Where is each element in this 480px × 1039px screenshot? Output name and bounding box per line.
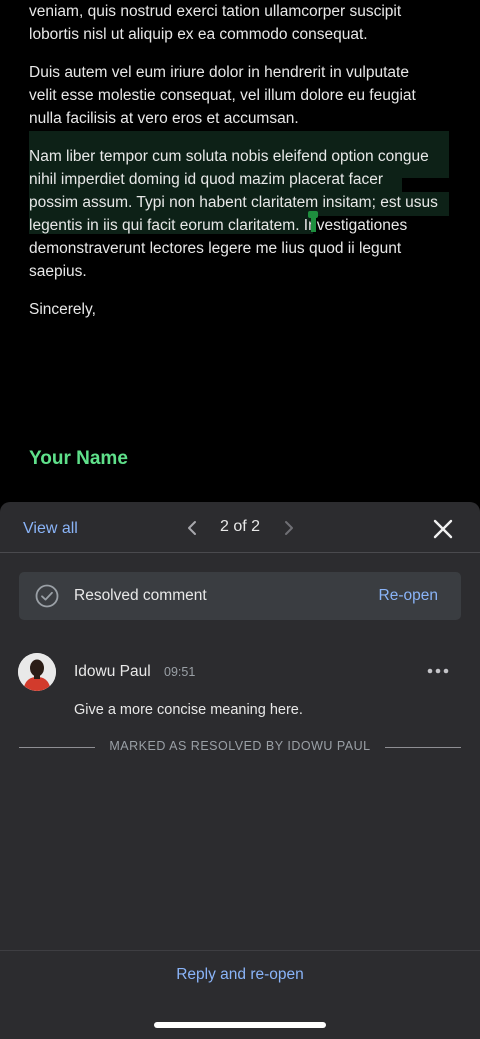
commented-paragraph: Nam liber tempor cum soluta nobis eleife… xyxy=(29,145,454,283)
comment-time: 09:51 xyxy=(164,665,196,679)
closing-line: Sincerely, xyxy=(29,301,96,318)
resolved-by-divider: MARKED AS RESOLVED BY IDOWU PAUL xyxy=(0,739,480,755)
comment-more-button[interactable] xyxy=(425,664,451,678)
resolved-banner: Resolved comment Re-open xyxy=(19,572,461,620)
next-comment-button[interactable] xyxy=(279,516,299,540)
chevron-left-icon xyxy=(188,521,196,535)
paragraph-line: nulla facilisis at vero eros et accumsan… xyxy=(29,110,299,127)
paragraph: veniam, quis nostrud exerci tation ullam… xyxy=(29,0,454,46)
resolved-by-label: MARKED AS RESOLVED BY IDOWU PAUL xyxy=(109,739,371,753)
previous-comment-button[interactable] xyxy=(182,516,202,540)
reply-and-reopen-button[interactable]: Reply and re-open xyxy=(0,966,480,984)
comment-sheet: View all 2 of 2 Resolved comment Re-open xyxy=(0,502,480,1039)
resolved-label: Resolved comment xyxy=(74,587,207,604)
chevron-right-icon xyxy=(285,521,293,535)
paragraph-line: Duis autem vel eum iriure dolor in hendr… xyxy=(29,64,409,81)
cursor-handle[interactable] xyxy=(308,211,318,218)
more-horizontal-icon xyxy=(427,668,449,674)
close-button[interactable] xyxy=(430,516,456,542)
document-area[interactable]: veniam, quis nostrud exerci tation ullam… xyxy=(0,0,480,520)
view-all-link[interactable]: View all xyxy=(23,520,78,538)
home-indicator[interactable] xyxy=(154,1022,326,1028)
check-circle-icon xyxy=(35,584,59,608)
user-avatar-image xyxy=(18,653,56,691)
comment-pager: 2 of 2 xyxy=(219,518,261,535)
close-icon xyxy=(433,519,453,539)
footer-divider xyxy=(0,950,480,951)
paragraph-line: legentis in iis qui facit eorum claritat… xyxy=(29,217,408,234)
signature-name: Your Name xyxy=(29,448,128,469)
paragraph-line: possim assum. Typi non habent claritatem… xyxy=(29,194,438,211)
paragraph: Sincerely, xyxy=(29,298,454,321)
paragraph-line: nihil imperdiet doming id quod mazim pla… xyxy=(29,171,384,188)
paragraph-line: veniam, quis nostrud exerci tation ullam… xyxy=(29,3,402,20)
divider-line xyxy=(19,747,95,748)
paragraph-line: Nam liber tempor cum soluta nobis eleife… xyxy=(29,148,429,165)
reopen-button[interactable]: Re-open xyxy=(379,587,438,605)
comment-author: Idowu Paul xyxy=(74,663,151,680)
paragraph-line: lobortis nisl ut aliquip ex ea commodo c… xyxy=(29,26,368,43)
avatar xyxy=(18,653,56,691)
paragraph-line: demonstraverunt lectores legere me lius … xyxy=(29,240,402,257)
comment-text: Give a more concise meaning here. xyxy=(74,702,303,718)
header-divider xyxy=(0,552,480,553)
paragraph: Duis autem vel eum iriure dolor in hendr… xyxy=(29,61,454,130)
divider-line xyxy=(385,747,461,748)
paragraph-line: saepius. xyxy=(29,263,87,280)
paragraph-line: velit esse molestie consequat, vel illum… xyxy=(29,87,416,104)
